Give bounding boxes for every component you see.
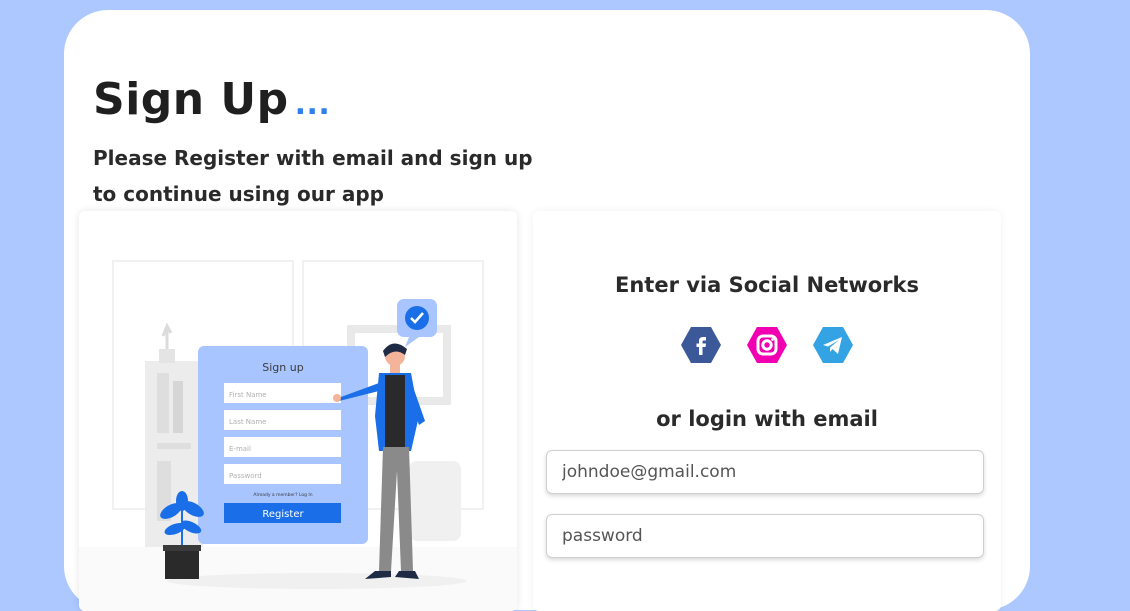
signup-illustration: Sign up First Name Last Name E-mail Pass… [79, 260, 517, 611]
signup-card: Sign Up... Please Register with email an… [64, 10, 1030, 611]
facebook-icon [681, 327, 721, 363]
password-input[interactable] [546, 514, 984, 558]
illus-field-1: First Name [229, 391, 267, 399]
telegram-icon [813, 327, 853, 363]
title-text: Sign Up [93, 74, 289, 125]
illus-field-4: Password [229, 472, 262, 480]
illus-field-2: Last Name [229, 418, 266, 426]
social-buttons [533, 325, 1001, 365]
illus-field-3: E-mail [229, 445, 251, 453]
email-input[interactable] [546, 450, 984, 494]
page-title: Sign Up... [93, 72, 330, 133]
login-panel: Enter via Social Networks or login with … [533, 211, 1001, 611]
social-title: Enter via Social Networks [615, 273, 919, 297]
instagram-icon [747, 327, 787, 363]
illustration-panel: Sign up First Name Last Name E-mail Pass… [79, 211, 517, 611]
instagram-button[interactable] [747, 325, 787, 365]
illus-form-title: Sign up [262, 361, 303, 374]
telegram-button[interactable] [813, 325, 853, 365]
illus-register-button: Register [262, 509, 304, 520]
illus-member-text: Already a member? Log In [253, 492, 312, 498]
title-dots: ... [294, 87, 331, 122]
facebook-button[interactable] [681, 325, 721, 365]
email-login-title: or login with email [656, 407, 878, 431]
page-subtitle: Please Register with email and sign up t… [93, 146, 533, 206]
